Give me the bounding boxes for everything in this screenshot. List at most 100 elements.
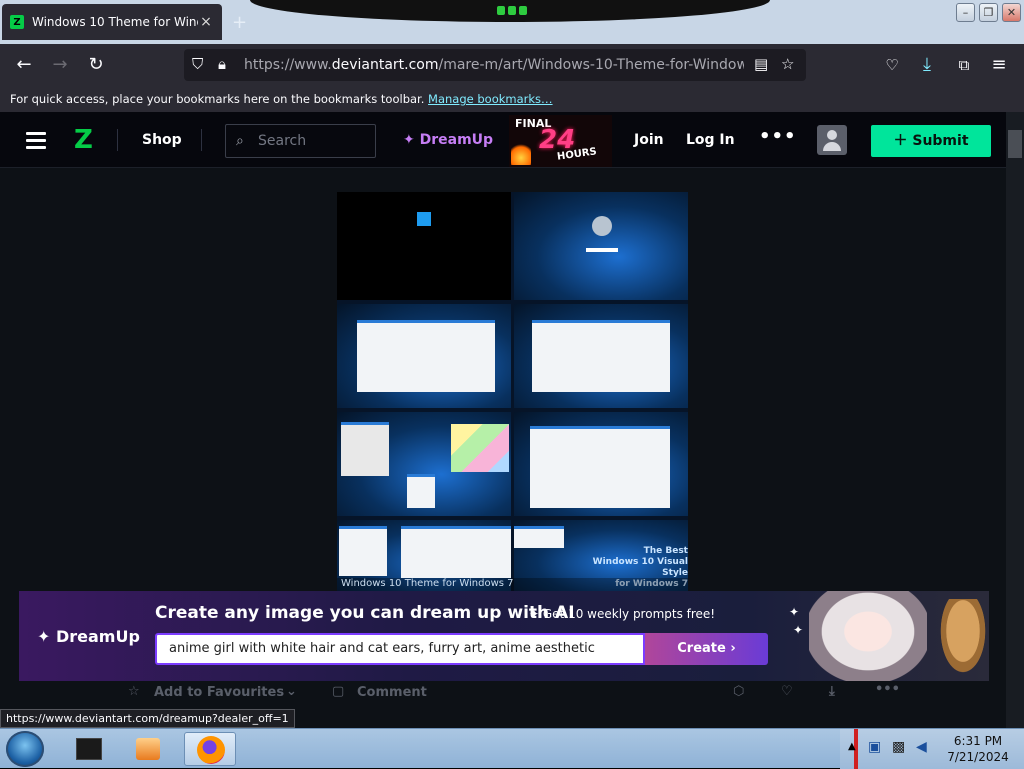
collection-icon[interactable]: ⬡: [733, 684, 744, 699]
terminal-icon: [76, 738, 102, 760]
gift-icon[interactable]: ♡: [781, 684, 793, 699]
tray-app-icon[interactable]: ▣: [868, 739, 881, 755]
create-button[interactable]: Create ›: [645, 633, 768, 665]
taskbar-app-media-player[interactable]: [122, 732, 174, 766]
artwork-image[interactable]: The Best Windows 10 Visual Style for Win…: [337, 192, 688, 592]
reload-icon[interactable]: ↻: [85, 54, 107, 76]
forward-arrow-icon[interactable]: →: [49, 54, 71, 76]
add-to-favourites-button[interactable]: Add to Favourites: [154, 685, 284, 700]
new-tab-button[interactable]: +: [232, 12, 247, 33]
artwork-caption: Windows 10 Theme for Windows 7: [337, 578, 688, 592]
page-scrollbar[interactable]: [1006, 112, 1024, 728]
url-bar[interactable]: ⛉ 🔒︎ https://www.deviantart.com/mare-m/a…: [184, 49, 806, 81]
deviantart-header: Z Shop ⌕ Search ✦ DreamUp FINAL 24 HOURS…: [0, 112, 1006, 168]
shield-icon[interactable]: ⛉: [192, 55, 203, 73]
comment-icon[interactable]: ▢: [332, 684, 344, 699]
link-status-url: https://www.deviantart.com/dreamup?deale…: [0, 709, 295, 728]
more-actions-icon[interactable]: •••: [875, 682, 900, 697]
user-avatar-icon[interactable]: [817, 125, 847, 155]
url-path: /mare-m/art/Windows-10-Theme-for-Windows…: [438, 57, 745, 73]
search-icon: ⌕: [236, 133, 244, 149]
search-input[interactable]: ⌕ Search: [225, 124, 376, 158]
download-icon[interactable]: ⤓: [829, 684, 835, 699]
search-placeholder: Search: [258, 133, 307, 149]
close-tab-icon[interactable]: ×: [198, 14, 214, 30]
dreamup-label: DreamUp: [419, 132, 494, 148]
pocket-icon[interactable]: ♡: [881, 54, 903, 76]
banner-subtext: ✦ Get 10 weekly prompts free!: [529, 607, 715, 621]
banner-headline: Create any image you can dream up with A…: [155, 603, 575, 623]
deviation-action-bar: ☆ Add to Favourites ⌄ ▢ Comment ⬡ ♡ ⤓ ••…: [0, 678, 1006, 708]
overlay-line2: Windows 10 Visual Style: [592, 557, 688, 578]
url-domain: deviantart.com: [331, 57, 439, 73]
browser-tab-strip: Z Windows 10 Theme for Window × + – ❐ ✕: [0, 0, 1024, 44]
restore-window-button[interactable]: ❐: [979, 3, 998, 22]
media-player-icon: [136, 738, 160, 760]
dreamup-ad-banner[interactable]: ✦ DreamUp Create any image you can dream…: [19, 591, 989, 681]
join-link[interactable]: Join: [634, 132, 664, 148]
minimize-window-button[interactable]: –: [956, 3, 975, 22]
login-screen-thumb: [514, 192, 688, 300]
submit-label: Submit: [912, 133, 969, 149]
network-icon[interactable]: ▩: [892, 739, 905, 755]
bear-mascot-illustration: [937, 599, 989, 679]
webpage-content: Z Shop ⌕ Search ✦ DreamUp FINAL 24 HOURS…: [0, 112, 1006, 728]
comment-button[interactable]: Comment: [357, 685, 427, 700]
url-text[interactable]: https://www.deviantart.com/mare-m/art/Wi…: [244, 57, 744, 73]
sparkle-icon: ✦: [789, 605, 800, 619]
more-options-icon[interactable]: •••: [759, 126, 797, 147]
windows-logo-icon: [417, 212, 431, 226]
taskbar-app-firefox[interactable]: [184, 732, 236, 766]
user-icon: [592, 216, 612, 236]
taskbar-app-terminal[interactable]: [62, 732, 114, 766]
deviantart-logo-icon[interactable]: Z: [74, 126, 94, 154]
banner-subtext-label: Get 10 weekly prompts free!: [542, 607, 716, 621]
browser-tab[interactable]: Z Windows 10 Theme for Window ×: [2, 4, 222, 40]
tray-expand-icon[interactable]: ▲: [848, 741, 856, 752]
final-24-hours-promo[interactable]: FINAL 24 HOURS: [509, 115, 612, 167]
bookmark-star-icon[interactable]: ☆: [781, 55, 794, 73]
create-label: Create: [677, 641, 726, 656]
menu-icon[interactable]: ≡: [988, 54, 1010, 76]
scrollbar-thumb[interactable]: [1008, 130, 1022, 158]
chevron-down-icon[interactable]: ⌄: [286, 684, 297, 699]
sparkle-icon: ✦: [403, 132, 420, 148]
reader-view-icon[interactable]: ▤: [754, 55, 768, 73]
sparkle-icon: ✦: [793, 623, 804, 637]
downloads-icon[interactable]: ⤓: [916, 54, 938, 76]
firefox-icon: [197, 736, 225, 764]
sparkle-icon: ✦: [37, 627, 56, 646]
explorer-details-thumb: [514, 412, 688, 516]
plus-icon: ＋: [893, 133, 913, 149]
sparkle-icon: ✦: [529, 607, 543, 621]
bookmarks-toolbar: For quick access, place your bookmarks h…: [0, 86, 1024, 112]
dreamup-link[interactable]: ✦ DreamUp: [403, 132, 493, 148]
favourite-star-icon[interactable]: ☆: [128, 684, 140, 699]
browser-navigation-bar: ← → ↻ ⛉ 🔒︎ https://www.deviantart.com/ma…: [0, 44, 1024, 86]
lock-icon[interactable]: 🔒︎: [218, 55, 226, 73]
header-divider: [117, 129, 118, 151]
back-arrow-icon[interactable]: ←: [13, 54, 35, 76]
desktop-gadgets-thumb: [337, 412, 511, 516]
hamburger-menu-icon[interactable]: [26, 132, 46, 149]
taskbar-clock[interactable]: 6:31 PM 7/21/2024: [932, 733, 1024, 765]
extensions-icon[interactable]: ⧉: [953, 54, 975, 76]
flame-icon: [511, 141, 531, 165]
deviantart-favicon-icon: Z: [10, 15, 24, 29]
boot-screen-thumb: [337, 192, 511, 300]
manage-bookmarks-link[interactable]: Manage bookmarks…: [428, 92, 553, 106]
shop-link[interactable]: Shop: [142, 132, 182, 148]
volume-icon[interactable]: ◀: [916, 739, 927, 755]
bookmarks-message: For quick access, place your bookmarks h…: [10, 92, 425, 106]
start-button-icon[interactable]: [6, 731, 44, 767]
anime-girl-illustration: [809, 591, 927, 681]
clock-date: 7/21/2024: [947, 750, 1009, 764]
control-panel-thumb: [337, 304, 511, 408]
close-window-button[interactable]: ✕: [1002, 3, 1021, 22]
submit-button[interactable]: ＋ Submit: [871, 125, 991, 157]
url-prefix: https://www.: [244, 57, 332, 73]
login-link[interactable]: Log In: [686, 132, 735, 148]
prompt-input[interactable]: anime girl with white hair and cat ears,…: [155, 633, 645, 665]
explorer-icons-thumb: [514, 304, 688, 408]
clock-time: 6:31 PM: [953, 734, 1003, 748]
